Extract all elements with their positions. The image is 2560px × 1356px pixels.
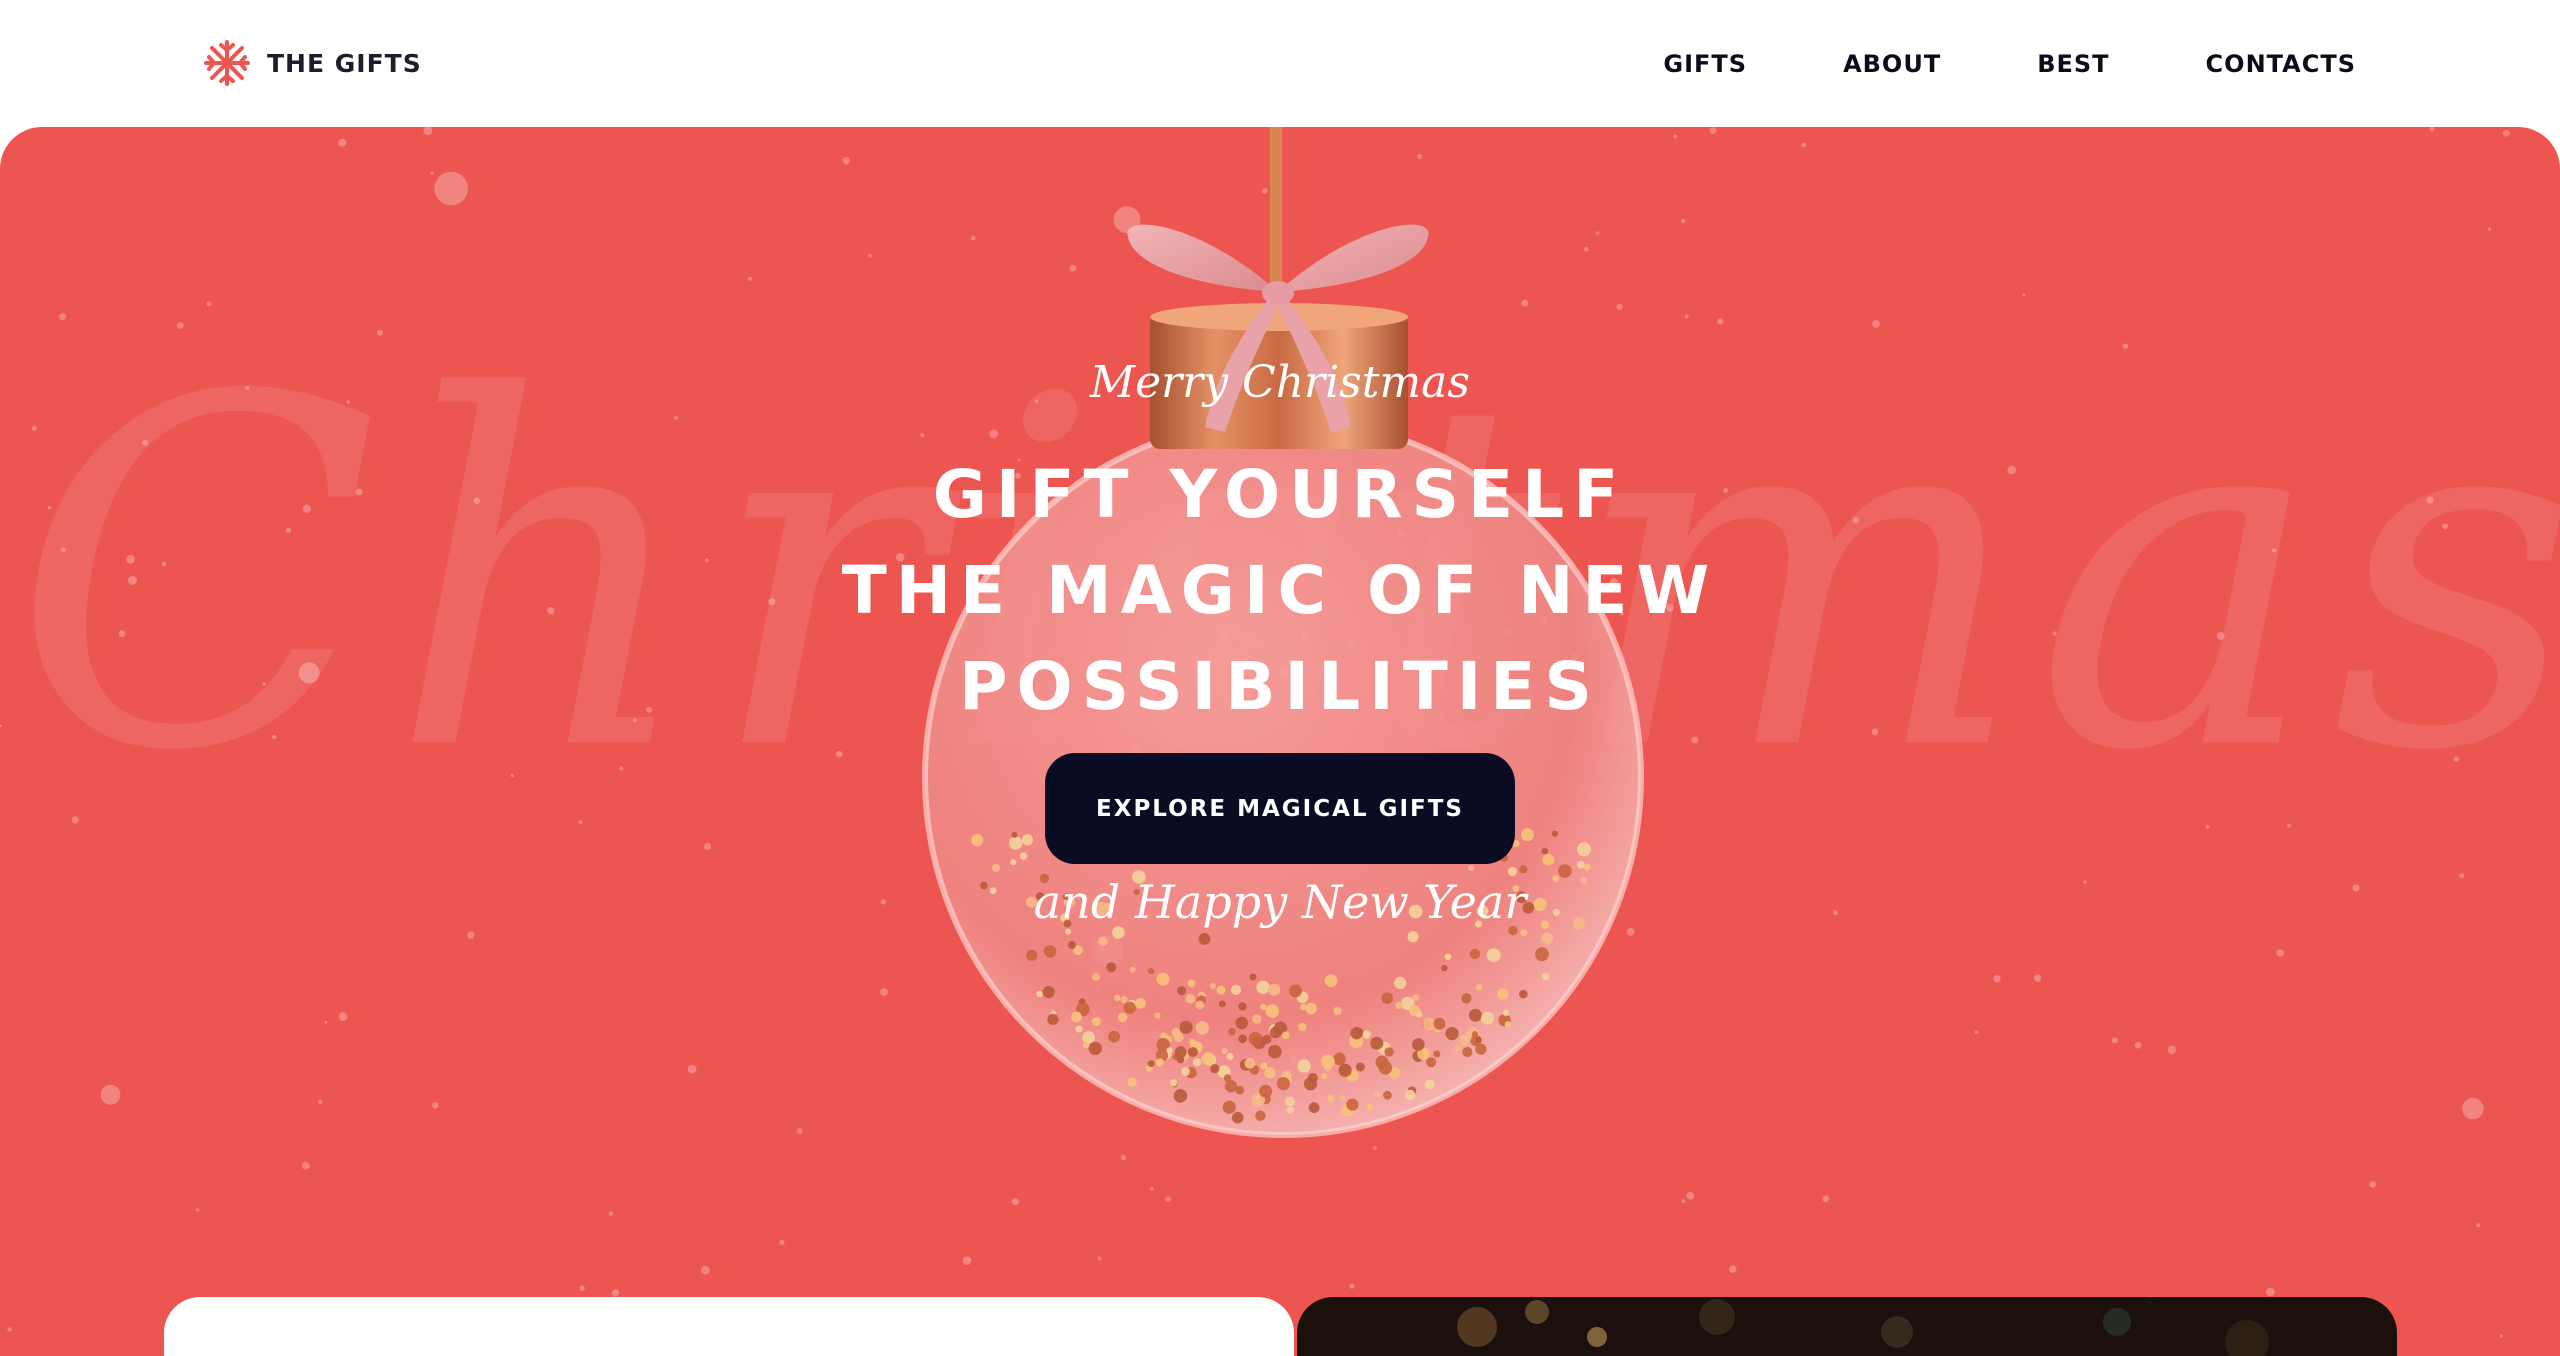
headline-line-2: THE MAGIC OF NEW: [841, 552, 1719, 629]
headline-line-3: POSSIBILITIES: [959, 648, 1601, 725]
snowflake-icon: [204, 40, 250, 86]
nav-item-about[interactable]: ABOUT: [1843, 44, 1941, 84]
site-header: THE GIFTS GIFTS ABOUT BEST CONTACTS: [0, 0, 2560, 127]
nav-item-gifts[interactable]: GIFTS: [1663, 44, 1747, 84]
hero-section: Christmas: [0, 127, 2560, 1356]
feature-card-image: [1297, 1297, 2397, 1356]
hero-headline: GIFT YOURSELF THE MAGIC OF NEW POSSIBILI…: [780, 447, 1780, 735]
headline-line-1: GIFT YOURSELF: [932, 456, 1628, 533]
bokeh-photo: [1457, 1299, 2269, 1356]
main-nav: GIFTS ABOUT BEST CONTACTS: [1663, 44, 2356, 84]
hero-content: Merry Christmas GIFT YOURSELF THE MAGIC …: [0, 127, 2560, 1356]
explore-gifts-button[interactable]: EXPLORE MAGICAL GIFTS: [1045, 753, 1515, 864]
hero-subtitle-top: Merry Christmas: [1090, 357, 1470, 408]
feature-card-left: [164, 1297, 1294, 1356]
hero-subtitle-bottom: and Happy New Year: [1033, 875, 1527, 929]
logo[interactable]: THE GIFTS: [203, 38, 422, 88]
nav-item-contacts[interactable]: CONTACTS: [2206, 44, 2356, 84]
logo-text: THE GIFTS: [267, 48, 422, 78]
nav-item-best[interactable]: BEST: [2037, 44, 2109, 84]
